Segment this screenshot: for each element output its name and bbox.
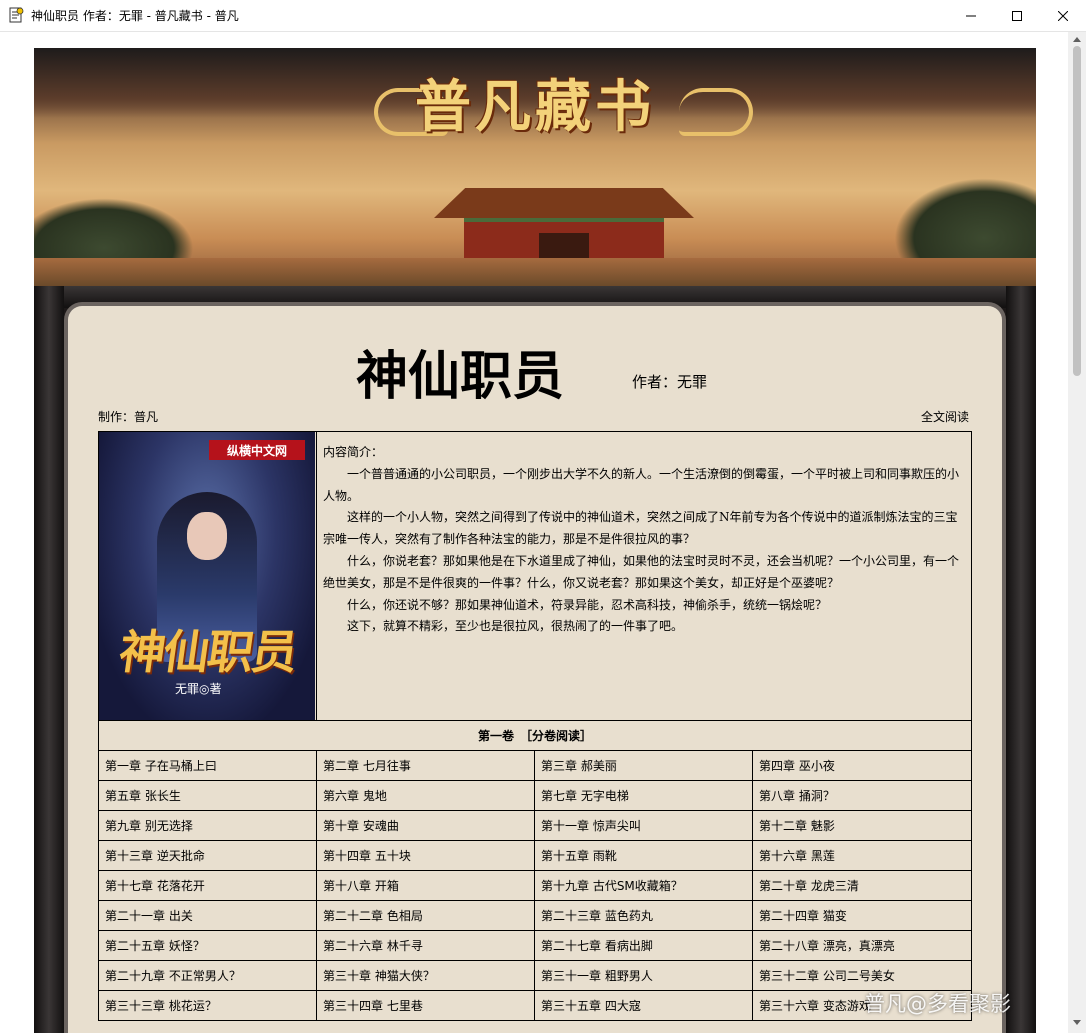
window-titlebar: 神仙职员 作者：无罪 - 普凡藏书 - 普凡 (0, 0, 1086, 32)
intro-paragraph: 什么，你还说不够？那如果神仙道术，符录异能，忍术高科技，神偷杀手，统统一锅烩呢？ (347, 597, 828, 612)
chapter-row: 第十七章 花落花开 第十八章 开箱 第十九章 古代SM收藏箱？ 第二十章 龙虎三清 (98, 870, 973, 901)
intro-cell: 内容简介： 一个普普通通的小公司职员，一个刚步出大学不久的新人。一个生活潦倒的倒… (315, 431, 973, 721)
minimize-button[interactable] (948, 0, 994, 31)
chapter-row: 第二十一章 出关 第二十二章 色相局 第二十三章 蓝色药丸 第二十四章 猫变 (98, 900, 973, 931)
intro-paragraph: 这下，就算不精彩，至少也是很拉风，很热闹了的一件事了吧。 (347, 619, 684, 634)
chapter-row: 第一章 子在马桶上曰 第二章 七月往事 第三章 郝美丽 第四章 巫小夜 (98, 750, 973, 781)
banner-palace-roof (434, 188, 694, 218)
close-icon (1058, 10, 1068, 21)
frame-pillar-left (34, 286, 64, 1033)
volume-header-link[interactable]: 第一卷 ［分卷阅读］ (97, 720, 973, 751)
cover-author: 无罪◎著 (175, 682, 222, 696)
chapter-link[interactable]: 第二十一章 出关 (98, 900, 317, 931)
chapter-row: 第五章 张长生 第六章 鬼地 第七章 无字电梯 第八章 捅洞？ (98, 780, 973, 811)
chapter-row: 第三十三章 桃花运？ 第三十四章 七里巷 第三十五章 四大寇 第三十六章 变态游戏 (98, 990, 973, 1021)
chapter-row: 第十三章 逆天批命 第十四章 五十块 第十五章 雨靴 第十六章 黑莲 (98, 840, 973, 871)
chapter-link[interactable]: 第三十三章 桃花运？ (98, 990, 317, 1021)
chapter-link[interactable]: 第十七章 花落花开 (98, 870, 317, 901)
watermark: 普凡@多看聚影 (864, 992, 1011, 1016)
banner-title: 普凡藏书 (415, 74, 655, 140)
intro-row: 纵横中文网 神仙职员 无罪◎著 内容简介： 一个普普通通的小公司职员，一个刚步出… (98, 431, 973, 721)
chapter-link[interactable]: 第二十六章 林千寻 (316, 930, 535, 961)
chapter-link[interactable]: 第十二章 魅影 (751, 810, 973, 841)
chapter-link[interactable]: 第二十三章 蓝色药丸 (534, 900, 753, 931)
intro-paragraph: 这样的一个小人物，突然之间得到了传说中的神仙道术，突然之间成了N年前专为各个传说… (323, 510, 958, 547)
chapter-link[interactable]: 第十章 安魂曲 (316, 810, 535, 841)
intro-heading: 内容简介： (323, 445, 384, 459)
scroll-up-icon[interactable] (1073, 36, 1081, 42)
chapter-link[interactable]: 第三十五章 四大寇 (534, 990, 753, 1021)
chapter-link[interactable]: 第六章 鬼地 (316, 780, 535, 811)
chapter-link[interactable]: 第三十四章 七里巷 (316, 990, 535, 1021)
chapter-link[interactable]: 第九章 别无选择 (98, 810, 317, 841)
chapter-link[interactable]: 第七章 无字电梯 (534, 780, 753, 811)
chapter-link[interactable]: 第十一章 惊声尖叫 (534, 810, 753, 841)
chapter-link[interactable]: 第十四章 五十块 (316, 840, 535, 871)
chapter-row: 第二十九章 不正常男人？ 第三十章 神猫大侠？ 第三十一章 粗野男人 第三十二章 公司… (98, 960, 973, 991)
cover-face (187, 512, 227, 560)
chapter-table: 纵横中文网 神仙职员 无罪◎著 内容简介： 一个普普通通的小公司职员，一个刚步出… (97, 431, 973, 1021)
site-banner: 普凡藏书 (34, 48, 1036, 286)
document-app-icon (8, 7, 24, 23)
chapter-link[interactable]: 第十六章 黑莲 (751, 840, 973, 871)
chapter-link[interactable]: 第二十八章 漂亮，真漂亮 (751, 930, 973, 961)
chapter-row: 第九章 别无选择 第十章 安魂曲 第十一章 惊声尖叫 第十二章 魅影 (98, 810, 973, 841)
page-viewport: 普凡藏书 神仙职员 作者：无罪 制作：普凡 全文阅读 纵横中文网 神仙职员 无罪… (0, 32, 1068, 1033)
publisher-badge: 纵横中文网 (209, 440, 305, 460)
intro-paragraph: 什么，你说老套？那如果他是在下水道里成了神仙，如果他的法宝时灵时不灵，还会当机呢… (323, 553, 960, 590)
chapter-link[interactable]: 第二十四章 猫变 (751, 900, 973, 931)
author-label: 作者：无罪 (632, 373, 708, 391)
maximize-button[interactable] (994, 0, 1040, 31)
chapter-link[interactable]: 第二十章 龙虎三清 (751, 870, 973, 901)
cover-title: 神仙职员 (115, 625, 300, 679)
chapter-link[interactable]: 第二十七章 看病出脚 (534, 930, 753, 961)
chapter-list: 第一章 子在马桶上曰 第二章 七月往事 第三章 郝美丽 第四章 巫小夜 第五章 张长生第… (98, 750, 973, 1021)
chapter-link[interactable]: 第三十章 神猫大侠？ (316, 960, 535, 991)
book-cover-image: 纵横中文网 神仙职员 无罪◎著 (99, 432, 315, 720)
chapter-link[interactable]: 第四章 巫小夜 (751, 750, 973, 781)
scrollbar-thumb[interactable] (1073, 46, 1081, 376)
chapter-link[interactable]: 第一章 子在马桶上曰 (98, 750, 317, 781)
chapter-link[interactable]: 第三十二章 公司二号美女 (751, 960, 973, 991)
chapter-link[interactable]: 第五章 张长生 (98, 780, 317, 811)
book-title: 神仙职员 (356, 346, 565, 407)
scroll-down-icon[interactable] (1073, 1020, 1081, 1026)
full-read-link[interactable]: 全文阅读 (921, 408, 969, 425)
minimize-icon (966, 15, 976, 16)
chapter-link[interactable]: 第二十五章 妖怪？ (98, 930, 317, 961)
chapter-row: 第二十五章 妖怪？ 第二十六章 林千寻 第二十七章 看病出脚 第二十八章 漂亮，真漂亮 (98, 930, 973, 961)
chapter-link[interactable]: 第八章 捅洞？ (751, 780, 973, 811)
chapter-link[interactable]: 第十九章 古代SM收藏箱？ (534, 870, 753, 901)
chapter-link[interactable]: 第二章 七月往事 (316, 750, 535, 781)
maker-label: 制作：普凡 (98, 410, 159, 424)
volume-row: 第一卷 ［分卷阅读］ (97, 720, 973, 751)
maximize-icon (1012, 10, 1022, 21)
vertical-scrollbar[interactable] (1068, 32, 1086, 1033)
chapter-link[interactable]: 第二十九章 不正常男人？ (98, 960, 317, 991)
chapter-link[interactable]: 第十三章 逆天批命 (98, 840, 317, 871)
cover-cell: 纵横中文网 神仙职员 无罪◎著 (98, 431, 317, 721)
chapter-link[interactable]: 第三章 郝美丽 (534, 750, 753, 781)
banner-ground (34, 258, 1036, 286)
intro-paragraph: 一个普普通通的小公司职员，一个刚步出大学不久的新人。一个生活潦倒的倒霉蛋，一个平… (323, 466, 960, 503)
chapter-link[interactable]: 第十八章 开箱 (316, 870, 535, 901)
close-button[interactable] (1040, 0, 1086, 31)
chapter-link[interactable]: 第二十二章 色相局 (316, 900, 535, 931)
chapter-link[interactable]: 第三十一章 粗野男人 (534, 960, 753, 991)
frame-pillar-right (1006, 286, 1036, 1033)
window-title: 神仙职员 作者：无罪 - 普凡藏书 - 普凡 (31, 9, 239, 23)
chapter-link[interactable]: 第十五章 雨靴 (534, 840, 753, 871)
